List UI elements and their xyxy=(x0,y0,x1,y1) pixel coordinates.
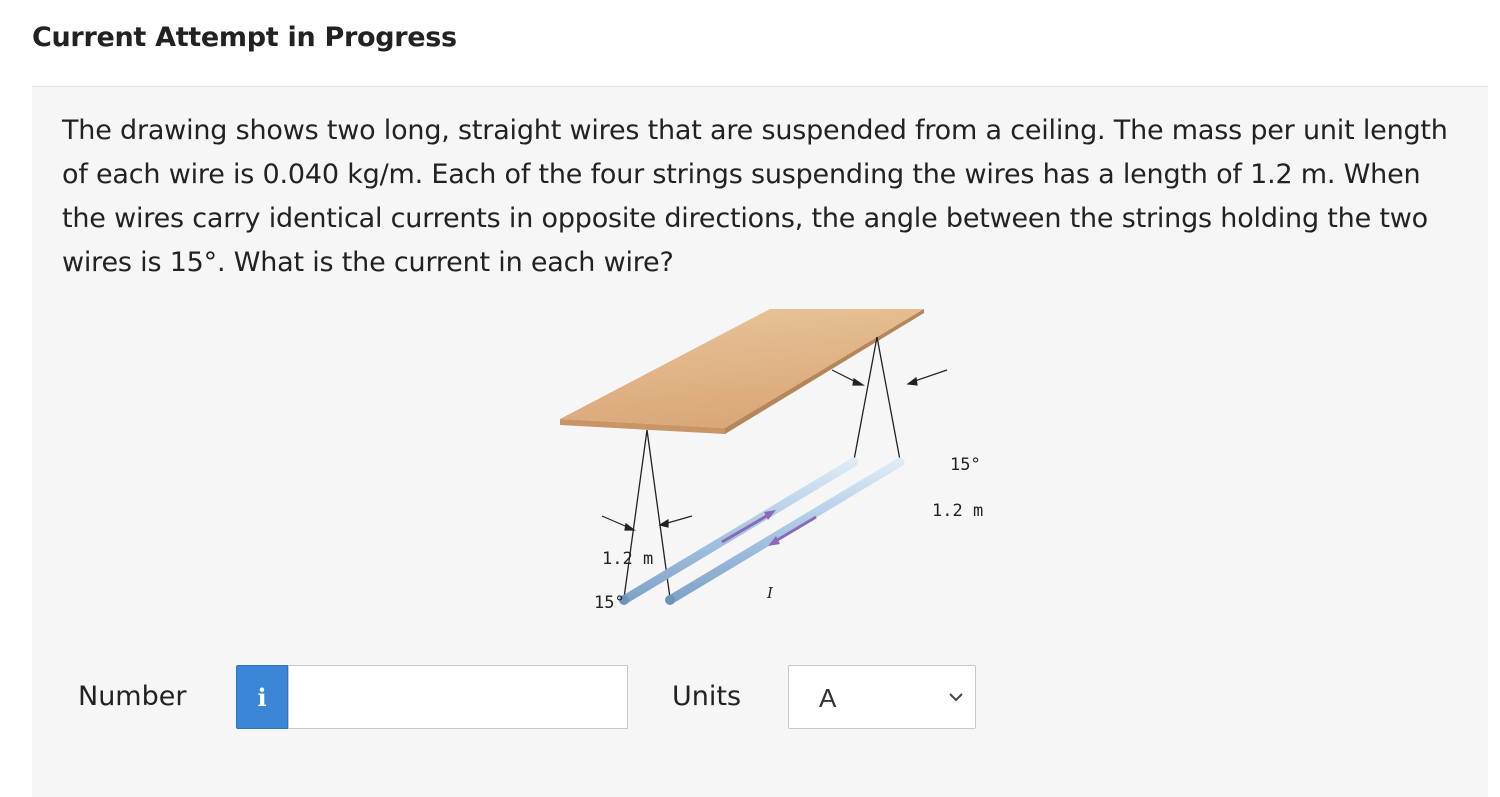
question-panel: The drawing shows two long, straight wir… xyxy=(32,87,1488,797)
info-icon[interactable]: i xyxy=(236,665,288,729)
wire-front xyxy=(665,457,905,605)
right-length-label: 1.2 m xyxy=(932,501,983,521)
answer-row: Number i Units A xyxy=(32,665,1488,731)
page-title: Current Attempt in Progress xyxy=(32,22,457,53)
ceiling-slab xyxy=(560,309,924,434)
right-angle-label: 15° xyxy=(950,455,981,475)
chevron-down-icon xyxy=(949,693,963,702)
number-label: Number xyxy=(78,681,187,712)
units-selected-value: A xyxy=(819,683,837,713)
current-arrow-front xyxy=(768,515,817,546)
wires-diagram: 1.2 m 15° 15° 1.2 m I I xyxy=(560,309,983,643)
current-label-top: I xyxy=(766,584,774,602)
right-strings xyxy=(853,336,901,461)
number-input[interactable] xyxy=(288,665,628,729)
left-angle-label: 15° xyxy=(594,593,625,613)
units-label: Units xyxy=(672,681,742,712)
question-text: The drawing shows two long, straight wir… xyxy=(62,115,1448,278)
left-length-label: 1.2 m xyxy=(602,549,653,569)
wires-figure: 1.2 m 15° 15° 1.2 m I I xyxy=(552,302,992,643)
units-select[interactable]: A xyxy=(788,665,976,729)
page-header: Current Attempt in Progress xyxy=(32,0,1488,87)
right-angle-arrows xyxy=(831,369,948,386)
left-angle-arrows xyxy=(601,515,693,531)
page-margin xyxy=(0,0,32,797)
